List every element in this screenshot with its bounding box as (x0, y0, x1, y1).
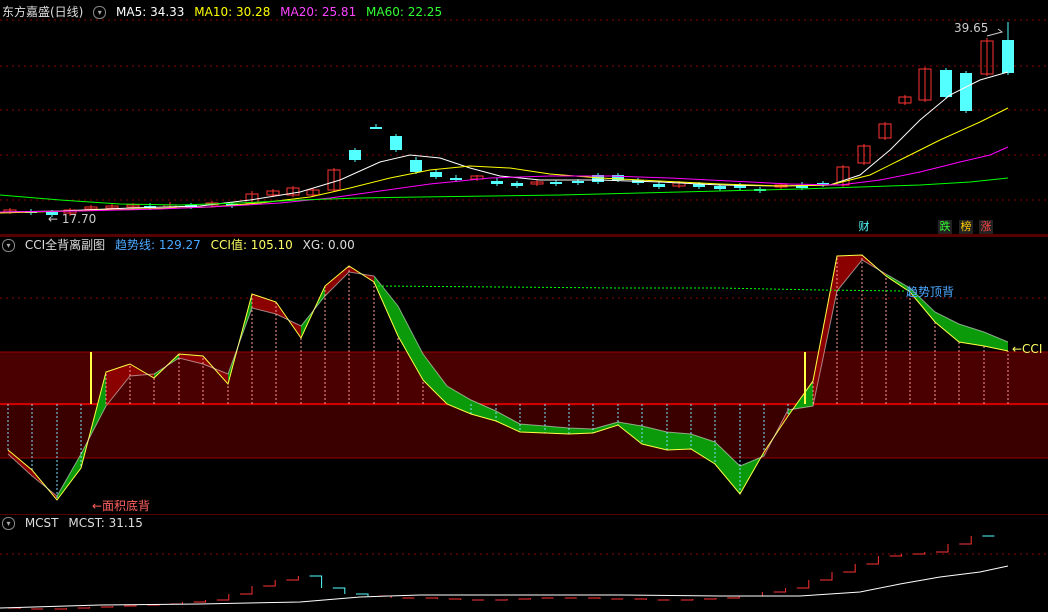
tag-rise[interactable]: 涨 (979, 220, 993, 234)
mcst-step (750, 592, 763, 597)
mcst-step (680, 599, 694, 601)
mcst-panel[interactable]: ▾ MCST MCST: 31.15 (0, 514, 1048, 612)
mcst-step (912, 552, 926, 555)
candle-body (1002, 40, 1014, 73)
mcst-value: MCST: 31.15 (68, 516, 143, 530)
top-divergence-label: 趋势顶背 (906, 285, 955, 299)
low-price-value: 17.70 (61, 212, 97, 226)
mcst-step (495, 599, 508, 601)
mcst-step (796, 580, 810, 589)
candle-body (572, 181, 584, 183)
mcst-step (773, 588, 787, 593)
stock-title[interactable]: 东方嘉盛(日线) (2, 5, 83, 19)
cci-value: CCI值: 105.10 (210, 238, 293, 252)
mcst-dropdown-icon[interactable]: ▾ (2, 517, 15, 530)
ma10-line (0, 107, 1009, 214)
mcst-step (843, 564, 856, 573)
mcst-step (240, 586, 253, 595)
cci-chart[interactable] (0, 236, 1048, 514)
mcst-step (448, 598, 462, 600)
cci-dropdown-icon[interactable]: ▾ (2, 239, 15, 252)
cci-title[interactable]: CCI全背离副图 (25, 238, 105, 252)
overbought-band (0, 352, 1048, 406)
mcst-step (332, 587, 346, 594)
mcst-step (518, 598, 531, 600)
mcst-chart[interactable] (0, 514, 1048, 612)
ma10-value: MA10: 30.28 (194, 5, 271, 19)
candle-body (550, 182, 562, 184)
mcst-step (263, 580, 276, 587)
candle-body (349, 150, 361, 160)
bottom-divergence-label: ←面积底背 (92, 499, 151, 513)
top-divergence-line (377, 285, 906, 292)
mcst-step (820, 572, 833, 581)
tag-rank[interactable]: 榜 (959, 220, 973, 234)
tag-fall[interactable]: 跌 (938, 220, 952, 234)
divergence-fill (325, 266, 349, 296)
mcst-step (704, 598, 717, 600)
ma60-line (0, 177, 1009, 206)
ma5-value: MA5: 34.33 (116, 5, 185, 19)
low-price-label: ← 17.70 (48, 212, 97, 226)
tag-finance[interactable]: 财 (857, 220, 871, 234)
mcst-step (77, 607, 91, 609)
candlestick-chart[interactable] (0, 0, 1048, 236)
candle-body (430, 172, 442, 177)
candle-body (410, 160, 422, 172)
mcst-step (54, 608, 67, 610)
mcst-title[interactable]: MCST (25, 516, 59, 530)
ma5-line (0, 71, 1009, 213)
mcst-step (216, 594, 230, 601)
high-arrow-icon (986, 28, 1004, 37)
mcst-header: ▾ MCST MCST: 31.15 (2, 515, 149, 531)
ma20-value: MA20: 25.81 (280, 5, 357, 19)
mcst-step (309, 575, 323, 588)
candle-body (940, 70, 952, 97)
candle-body (714, 186, 726, 189)
cci-panel[interactable]: ▾ CCI全背离副图 趋势线: 129.27 CCI值: 105.10 XG: … (0, 236, 1048, 514)
divergence-fill (667, 432, 691, 450)
mcst-step (634, 598, 647, 600)
candle-body (511, 183, 523, 186)
mcst-step (193, 600, 207, 603)
dropdown-icon[interactable]: ▾ (93, 6, 107, 19)
mcst-step (959, 536, 972, 545)
ma60-value: MA60: 22.25 (366, 5, 443, 19)
cci-marker-label: ←CCI (1012, 342, 1043, 356)
high-price-label: 39.65 (954, 21, 989, 35)
cci-header: ▾ CCI全背离副图 趋势线: 129.27 CCI值: 105.10 XG: … (2, 237, 361, 253)
mcst-step (100, 606, 114, 608)
mcst-step (588, 597, 601, 599)
xg-value: XG: 0.00 (302, 238, 355, 252)
candle-body (491, 181, 503, 184)
candle-body (960, 73, 972, 111)
ma20-line (0, 146, 1009, 213)
candle-body (653, 184, 665, 187)
candle-body (450, 178, 462, 180)
mcst-step (936, 544, 949, 553)
candle-body (390, 136, 402, 150)
mcst-step (866, 556, 879, 565)
price-header: 东方嘉盛(日线) ▾ MA5: 34.33 MA10: 30.28 MA20: … (2, 4, 448, 20)
candle-body (370, 127, 382, 129)
mcst-step (286, 576, 299, 581)
mcst-step (356, 593, 369, 596)
trend-value: 趋势线: 129.27 (114, 238, 201, 252)
mcst-step (425, 597, 439, 599)
divergence-fill (935, 312, 959, 342)
mcst-line (0, 565, 1009, 609)
price-panel[interactable]: 东方嘉盛(日线) ▾ MA5: 34.33 MA10: 30.28 MA20: … (0, 0, 1048, 236)
